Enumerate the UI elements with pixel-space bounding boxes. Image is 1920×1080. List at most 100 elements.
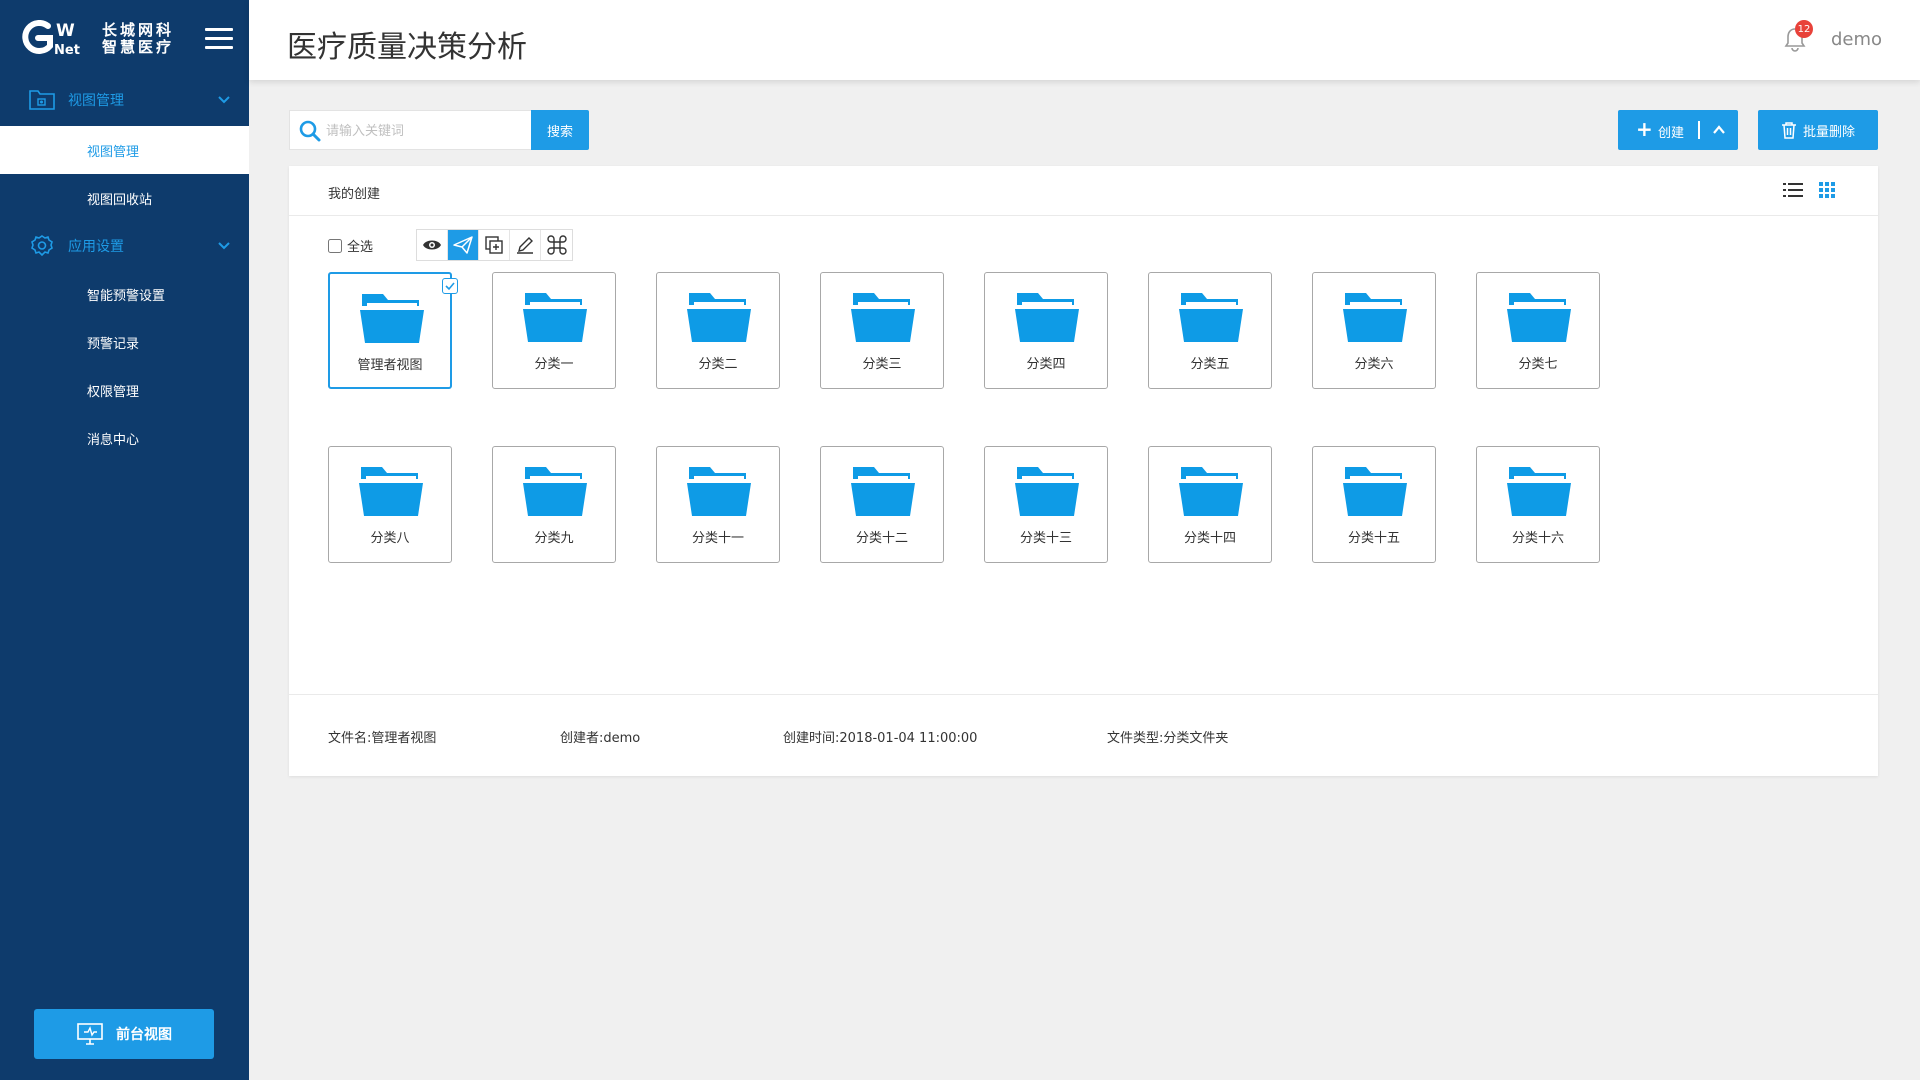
paper-plane-icon bbox=[453, 236, 473, 254]
gear-icon bbox=[28, 234, 56, 258]
sidebar: W Net 长城网科 智慧医疗 视图管理 视图管理 视图回收站 应用设置 智能预… bbox=[0, 0, 249, 1080]
folder-label: 分类十四 bbox=[1183, 531, 1236, 546]
grid-view-icon[interactable] bbox=[1819, 182, 1835, 202]
brand-text: 长城网科 智慧医疗 bbox=[102, 22, 174, 56]
nav-group-view-management[interactable]: 视图管理 bbox=[0, 76, 249, 124]
copy-add-icon bbox=[485, 236, 503, 254]
page-title: 医疗质量决策分析 bbox=[287, 30, 527, 65]
info-file-name: 文件名:管理者视图 bbox=[328, 731, 437, 746]
menu-toggle-icon[interactable] bbox=[205, 28, 233, 52]
folder-label: 分类五 bbox=[1190, 357, 1230, 372]
eye-icon bbox=[423, 240, 441, 250]
logo-bar: W Net 长城网科 智慧医疗 bbox=[0, 0, 249, 82]
selected-check-icon[interactable] bbox=[442, 278, 458, 294]
sidebar-item-alert-records[interactable]: 预警记录 bbox=[0, 318, 249, 366]
folder-label: 分类九 bbox=[534, 531, 574, 546]
folder-label: 分类四 bbox=[1026, 357, 1066, 372]
share-tool-button[interactable] bbox=[448, 230, 479, 260]
front-view-button[interactable]: 前台视图 bbox=[34, 1009, 214, 1059]
folder-card[interactable]: 分类十二 bbox=[820, 446, 944, 563]
svg-text:Net: Net bbox=[54, 43, 80, 58]
select-all-checkbox[interactable]: 全选 bbox=[328, 236, 373, 255]
info-created-time: 创建时间:2018-01-04 11:00:00 bbox=[783, 731, 978, 746]
folder-card[interactable]: 分类一 bbox=[492, 272, 616, 389]
folder-card[interactable]: 分类五 bbox=[1148, 272, 1272, 389]
create-label: 创建 bbox=[1658, 126, 1685, 141]
folder-icon bbox=[522, 289, 588, 349]
chevron-down-icon bbox=[217, 92, 231, 106]
folder-card[interactable]: 管理者视图 bbox=[328, 272, 458, 389]
folder-card[interactable]: 分类七 bbox=[1476, 272, 1600, 389]
folder-card[interactable]: 分类二 bbox=[656, 272, 780, 389]
divider bbox=[1698, 121, 1700, 139]
top-header: 医疗质量决策分析 12 demo bbox=[249, 0, 1920, 80]
gw-net-logo-icon: W Net bbox=[18, 20, 96, 58]
folder-icon bbox=[850, 289, 916, 349]
panel-title: 我的创建 bbox=[328, 187, 381, 202]
folder-card[interactable]: 分类十五 bbox=[1312, 446, 1436, 563]
trash-icon bbox=[1781, 122, 1796, 139]
search-button[interactable]: 搜索 bbox=[531, 110, 589, 150]
folder-icon bbox=[359, 290, 425, 350]
folder-card[interactable]: 分类十四 bbox=[1148, 446, 1272, 563]
sidebar-item-view-management[interactable]: 视图管理 bbox=[0, 126, 249, 174]
sidebar-item-label: 视图管理 bbox=[87, 145, 140, 160]
folder-card[interactable]: 分类十一 bbox=[656, 446, 780, 563]
file-info-bar: 文件名:管理者视图 创建者:demo 创建时间:2018-01-04 11:00… bbox=[289, 694, 1878, 776]
folder-card[interactable]: 分类四 bbox=[984, 272, 1108, 389]
edit-tool-button[interactable] bbox=[510, 230, 541, 260]
folder-card[interactable]: 分类八 bbox=[328, 446, 452, 563]
folder-icon bbox=[850, 463, 916, 523]
copy-tool-button[interactable] bbox=[479, 230, 510, 260]
folder-outline-icon bbox=[28, 88, 56, 112]
sidebar-item-smart-alert-settings[interactable]: 智能预警设置 bbox=[0, 270, 249, 318]
command-tool-button[interactable] bbox=[541, 230, 572, 260]
sidebar-item-view-recycle-bin[interactable]: 视图回收站 bbox=[0, 174, 249, 222]
panel-header: 我的创建 bbox=[289, 166, 1878, 216]
search-input[interactable] bbox=[326, 111, 526, 149]
front-view-label: 前台视图 bbox=[116, 1027, 172, 1043]
sidebar-item-message-center[interactable]: 消息中心 bbox=[0, 414, 249, 462]
folder-label: 分类十一 bbox=[691, 531, 744, 546]
select-all-input[interactable] bbox=[328, 238, 342, 253]
folder-card[interactable]: 分类六 bbox=[1312, 272, 1436, 389]
sidebar-item-permissions[interactable]: 权限管理 bbox=[0, 366, 249, 414]
nav-group-label: 视图管理 bbox=[68, 93, 124, 109]
folder-label: 分类六 bbox=[1354, 357, 1394, 372]
folder-label: 分类十六 bbox=[1511, 531, 1564, 546]
create-button[interactable]: + 创建 bbox=[1618, 110, 1738, 150]
folder-icon bbox=[1506, 463, 1572, 523]
folder-toolbar bbox=[416, 229, 573, 261]
pencil-icon bbox=[517, 237, 533, 254]
folder-card[interactable]: 分类十六 bbox=[1476, 446, 1600, 563]
folder-icon bbox=[1178, 289, 1244, 349]
folder-label: 分类七 bbox=[1518, 357, 1558, 372]
folder-icon bbox=[1014, 289, 1080, 349]
sidebar-item-label: 消息中心 bbox=[87, 433, 140, 448]
folder-card[interactable]: 分类三 bbox=[820, 272, 944, 389]
folder-icon bbox=[686, 289, 752, 349]
folder-panel: 我的创建 全选 管理者视图 分类一 分类二 分类三 分类四 分类五 分类六 分类七分类八 分类九… bbox=[289, 166, 1878, 776]
list-view-icon[interactable] bbox=[1783, 182, 1803, 202]
nav-group-app-settings[interactable]: 应用设置 bbox=[0, 222, 249, 270]
folder-label: 管理者视图 bbox=[357, 358, 423, 373]
user-menu[interactable]: demo bbox=[1831, 29, 1882, 50]
info-creator: 创建者:demo bbox=[560, 731, 641, 746]
notification-badge: 12 bbox=[1795, 20, 1813, 38]
search-box bbox=[289, 110, 531, 150]
chevron-up-icon[interactable] bbox=[1712, 122, 1726, 141]
brand-line2: 智慧医疗 bbox=[102, 38, 175, 56]
folder-icon bbox=[358, 463, 424, 523]
brand-logo: W Net 长城网科 智慧医疗 bbox=[18, 20, 174, 58]
batch-delete-button[interactable]: 批量删除 bbox=[1758, 110, 1878, 150]
folder-icon bbox=[1178, 463, 1244, 523]
view-tool-button[interactable] bbox=[417, 230, 448, 260]
sidebar-item-label: 视图回收站 bbox=[87, 193, 153, 208]
plus-icon: + bbox=[1636, 117, 1653, 141]
folder-card[interactable]: 分类十三 bbox=[984, 446, 1108, 563]
folder-label: 分类十三 bbox=[1019, 531, 1072, 546]
batch-delete-label: 批量删除 bbox=[1802, 124, 1855, 140]
folder-card[interactable]: 分类九 bbox=[492, 446, 616, 563]
sidebar-item-label: 预警记录 bbox=[87, 337, 140, 352]
folder-icon bbox=[1014, 463, 1080, 523]
